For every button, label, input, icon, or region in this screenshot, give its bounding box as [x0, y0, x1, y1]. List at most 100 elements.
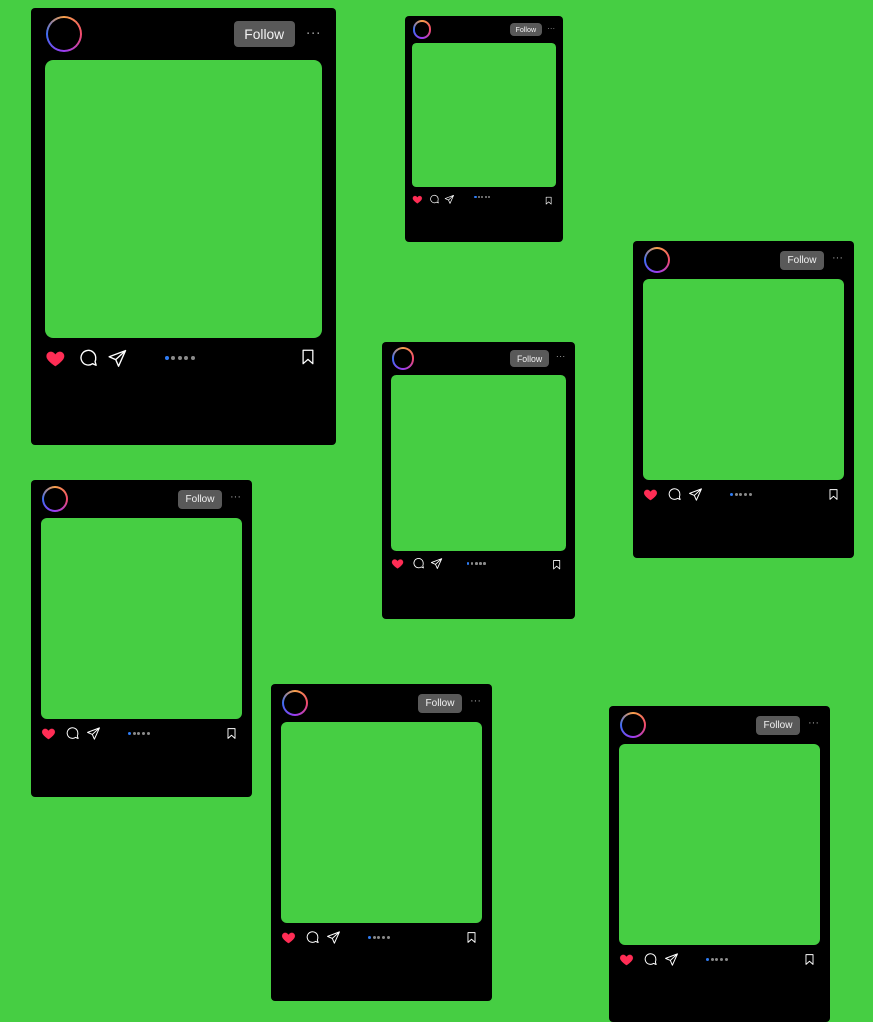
carousel-dot: [137, 732, 141, 735]
carousel-indicator: [474, 196, 491, 199]
post-media-area: [412, 43, 556, 187]
carousel-dot: [483, 562, 486, 565]
heart-icon[interactable]: [41, 726, 56, 741]
carousel-dot: [132, 732, 136, 735]
carousel-indicator: [706, 958, 728, 961]
carousel-dot: [171, 355, 176, 360]
carousel-dot: [710, 958, 714, 961]
post-card: Follow ···: [382, 342, 575, 619]
comment-icon[interactable]: [65, 726, 80, 741]
post-media-area: [643, 279, 844, 480]
avatar[interactable]: [391, 347, 415, 370]
heart-icon[interactable]: [643, 487, 658, 502]
share-icon[interactable]: [688, 487, 703, 502]
avatar[interactable]: [282, 690, 308, 716]
bookmark-icon[interactable]: [299, 348, 317, 366]
more-icon[interactable]: ···: [230, 492, 241, 503]
share-icon[interactable]: [86, 726, 101, 741]
comment-icon[interactable]: [429, 192, 440, 204]
follow-button[interactable]: Follow: [418, 693, 462, 713]
post-media-area: [281, 722, 482, 923]
follow-button[interactable]: Follow: [178, 489, 222, 509]
bookmark-icon[interactable]: [225, 727, 238, 740]
carousel-dot: [748, 493, 752, 496]
carousel-dot: [382, 936, 386, 939]
heart-icon[interactable]: [281, 930, 296, 945]
carousel-dot: [372, 936, 376, 939]
avatar[interactable]: [412, 20, 432, 39]
carousel-dot: [386, 936, 390, 939]
carousel-dot-active: [128, 732, 131, 735]
carousel-indicator: [164, 355, 195, 360]
heart-icon[interactable]: [391, 557, 404, 570]
share-icon[interactable]: [326, 930, 341, 945]
bookmark-icon[interactable]: [551, 557, 562, 570]
heart-icon[interactable]: [412, 192, 423, 204]
avatar[interactable]: [644, 247, 670, 273]
post-media-area: [390, 375, 567, 551]
carousel-dot: [481, 196, 484, 199]
carousel-indicator: [128, 732, 150, 735]
post-media-area: [619, 744, 820, 945]
follow-button[interactable]: Follow: [756, 715, 800, 735]
more-icon[interactable]: ···: [306, 24, 321, 40]
comment-icon[interactable]: [412, 557, 425, 570]
post-card: Follow ···: [31, 8, 336, 445]
carousel-indicator: [368, 936, 390, 939]
heart-icon[interactable]: [619, 952, 634, 967]
post-card: Follow ···: [405, 16, 563, 242]
post-media-area: [44, 60, 323, 338]
more-icon[interactable]: ···: [556, 352, 566, 362]
carousel-indicator: [730, 493, 752, 496]
carousel-dot: [720, 958, 724, 961]
share-icon[interactable]: [430, 557, 443, 570]
post-card: Follow ···: [271, 684, 492, 1001]
more-icon[interactable]: ···: [547, 24, 555, 33]
bookmark-icon[interactable]: [544, 192, 553, 205]
follow-button[interactable]: Follow: [233, 21, 295, 48]
carousel-dot: [177, 355, 182, 360]
share-icon[interactable]: [444, 192, 455, 204]
carousel-dot: [484, 196, 487, 199]
more-icon[interactable]: ···: [832, 253, 843, 264]
post-card: Follow ···: [633, 241, 854, 558]
comment-icon[interactable]: [78, 348, 99, 369]
carousel-dot-active: [730, 493, 733, 496]
follow-button[interactable]: Follow: [510, 22, 542, 37]
avatar[interactable]: [42, 486, 68, 512]
carousel-dot: [142, 732, 146, 735]
carousel-dot-active: [706, 958, 709, 961]
carousel-dot: [184, 355, 189, 360]
bookmark-icon[interactable]: [465, 931, 478, 944]
carousel-dot: [470, 562, 474, 565]
carousel-dot: [190, 355, 195, 360]
carousel-dot: [477, 196, 480, 199]
post-card: Follow ···: [31, 480, 252, 797]
carousel-dot: [377, 936, 381, 939]
follow-button[interactable]: Follow: [510, 350, 549, 367]
bookmark-icon[interactable]: [827, 488, 840, 501]
post-media-area: [41, 518, 242, 719]
share-icon[interactable]: [664, 952, 679, 967]
carousel-dot: [487, 196, 491, 199]
bookmark-icon[interactable]: [803, 953, 816, 966]
share-icon[interactable]: [107, 348, 128, 369]
carousel-dot: [474, 562, 478, 565]
comment-icon[interactable]: [643, 952, 658, 967]
carousel-dot-active: [164, 355, 169, 360]
carousel-dot-active: [474, 196, 477, 199]
carousel-dot: [739, 493, 743, 496]
carousel-dot-active: [368, 936, 371, 939]
follow-button[interactable]: Follow: [780, 250, 824, 270]
carousel-dot: [734, 493, 738, 496]
comment-icon[interactable]: [305, 930, 320, 945]
avatar[interactable]: [46, 16, 83, 53]
comment-icon[interactable]: [667, 487, 682, 502]
carousel-dot: [715, 958, 719, 961]
more-icon[interactable]: ···: [808, 718, 819, 729]
carousel-dot-active: [466, 562, 470, 565]
post-card: Follow ···: [609, 706, 830, 1022]
heart-icon[interactable]: [45, 348, 66, 369]
more-icon[interactable]: ···: [470, 696, 481, 707]
avatar[interactable]: [620, 712, 646, 738]
